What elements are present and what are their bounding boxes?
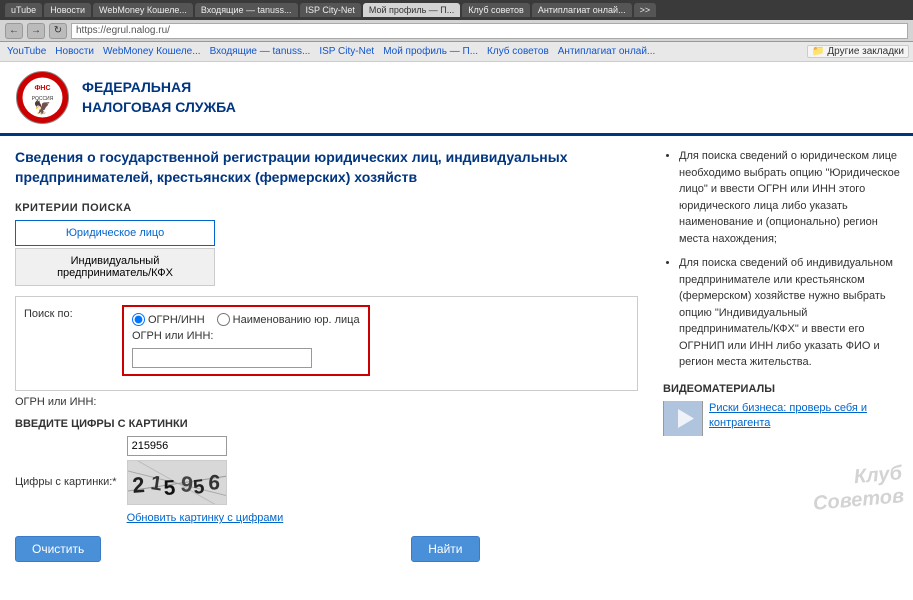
watermark-line1: Клуб [853,462,903,488]
clear-button[interactable]: Очистить [15,536,101,562]
tab-more[interactable]: >> [634,3,657,17]
find-button[interactable]: Найти [411,536,479,562]
left-panel: Сведения о государственной регистрации ю… [0,136,653,574]
back-button[interactable]: ← [5,23,23,39]
action-buttons-row: Очистить Найти [15,536,638,562]
search-by-label: Поиск по: [24,305,114,320]
svg-text:5: 5 [163,477,176,501]
right-panel: Для поиска сведений о юридическом лице н… [653,136,913,574]
tab-mail[interactable]: Входящие — tanuss... [195,3,298,17]
captcha-row: Цифры с картинки:* 2 [15,436,638,524]
other-bookmarks[interactable]: 📁 Другие закладки [807,45,909,58]
tab-isp[interactable]: ISP City-Net [300,3,361,17]
search-form: Поиск по: ОГРН/ИНН Наименованию юр. лица [15,296,638,391]
info-bullets: Для поиска сведений о юридическом лице н… [663,148,903,371]
search-type-radio-group: ОГРН/ИНН Наименованию юр. лица [132,313,360,326]
svg-text:2: 2 [131,472,145,498]
tab-antiplagiat[interactable]: Антиплагиат онлай... [532,3,632,17]
header-org-name: ФЕДЕРАЛЬНАЯ НАЛОГОВАЯ СЛУЖБА [82,78,236,117]
radio-name-label[interactable]: Наименованию юр. лица [217,313,360,326]
bookmark-webmoney[interactable]: WebMoney Кошеле... [100,46,204,57]
captcha-inputs: 2 1 5 9 5 6 Обновить картинку с цифрами [127,436,284,524]
bookmark-news[interactable]: Новости [52,46,97,57]
reload-button[interactable]: ↻ [49,23,67,39]
entity-type-tabs: Юридическое лицо Индивидуальный предприн… [15,220,638,288]
radio-ogrn-label[interactable]: ОГРН/ИНН [132,313,205,326]
ogrn-label: ОГРН или ИНН: [15,393,105,408]
info-bullet-2: Для поиска сведений об индивидуальном пр… [679,255,903,371]
bookmark-isp[interactable]: ISP City-Net [316,46,377,57]
svg-text:🦅: 🦅 [34,98,51,116]
svg-text:ФНС: ФНС [34,85,50,92]
radio-ogrn-text: ОГРН/ИНН [148,314,205,326]
url-bar[interactable]: https://egrul.nalog.ru/ [71,23,908,39]
forward-button[interactable]: → [27,23,45,39]
browser-tab-bar: uTube Новости WebMoney Кошеле... Входящи… [0,0,913,20]
fns-logo: ФНС РОССИЯ 🦅 [15,70,70,125]
radio-name[interactable] [217,313,230,326]
bookmark-profile[interactable]: Мой профиль — П... [380,46,481,57]
page-title: Сведения о государственной регистрации ю… [15,148,638,187]
video-thumbnail [663,401,703,436]
captcha-image: 2 1 5 9 5 6 [127,460,227,505]
video-link[interactable]: Риски бизнеса: проверь себя и контрагент… [709,401,903,432]
search-highlight-box: ОГРН/ИНН Наименованию юр. лица ОГРН или … [122,305,370,376]
header-title-line1: ФЕДЕРАЛЬНАЯ [82,78,236,98]
tab-webmoney[interactable]: WebMoney Кошеле... [93,3,193,17]
watermark-line2: Советов [812,485,905,515]
tab-list: uTube Новости WebMoney Кошеле... Входящи… [5,3,656,17]
radio-name-text: Наименованию юр. лица [233,314,360,326]
tab-club[interactable]: Клуб советов [462,3,530,17]
tab-youtube[interactable]: uTube [5,3,42,17]
criteria-label: КРИТЕРИИ ПОИСКА [15,202,638,214]
captcha-section: ВВЕДИТЕ ЦИФРЫ С КАРТИНКИ Цифры с картинк… [15,418,638,524]
tab-news[interactable]: Новости [44,3,91,17]
site-header: ФНС РОССИЯ 🦅 ФЕДЕРАЛЬНАЯ НАЛОГОВАЯ СЛУЖБ… [0,62,913,136]
club-sovet-watermark: Клуб Советов [663,466,903,512]
bookmark-separator [801,46,804,57]
captcha-section-label: ВВЕДИТЕ ЦИФРЫ С КАРТИНКИ [15,418,638,430]
ogrn-label-row: ОГРН или ИНН: [15,393,638,408]
captcha-image-container: 2 1 5 9 5 6 Обновить картинку с цифрами [127,460,284,524]
search-by-row: Поиск по: ОГРН/ИНН Наименованию юр. лица [24,305,629,376]
captcha-input[interactable] [127,436,227,456]
radio-ogrn[interactable] [132,313,145,326]
ogrn-row [132,348,360,368]
ogrn-label-inside: ОГРН или ИНН: [132,330,360,342]
svg-text:6: 6 [207,471,220,495]
page-wrapper: ФНС РОССИЯ 🦅 ФЕДЕРАЛЬНАЯ НАЛОГОВАЯ СЛУЖБ… [0,62,913,600]
address-bar: ← → ↻ https://egrul.nalog.ru/ [0,20,913,42]
captcha-field-label: Цифры с картинки:* [15,473,117,488]
bookmark-youtube[interactable]: YouTube [4,46,49,57]
content-area: Сведения о государственной регистрации ю… [0,136,913,574]
ogrn-input[interactable] [132,348,312,368]
captcha-refresh-link[interactable]: Обновить картинку с цифрами [127,512,284,524]
header-title-line2: НАЛОГОВАЯ СЛУЖБА [82,98,236,118]
bookmark-club[interactable]: Клуб советов [484,46,552,57]
tab-profile[interactable]: Мой профиль — П... [363,3,460,17]
video-item: Риски бизнеса: проверь себя и контрагент… [663,401,903,436]
info-bullet-1: Для поиска сведений о юридическом лице н… [679,148,903,247]
bookmarks-bar: YouTube Новости WebMoney Кошеле... Входя… [0,42,913,62]
tab-individual-entrepreneur[interactable]: Индивидуальный предприниматель/КФХ [15,248,215,286]
bookmark-antiplagiat[interactable]: Антиплагиат онлай... [555,46,659,57]
video-thumb-icon [664,401,702,436]
bookmark-mail[interactable]: Входящие — tanuss... [207,46,314,57]
video-section-title: ВИДЕОМАТЕРИАЛЫ [663,383,903,395]
tab-legal-entity[interactable]: Юридическое лицо [15,220,215,246]
